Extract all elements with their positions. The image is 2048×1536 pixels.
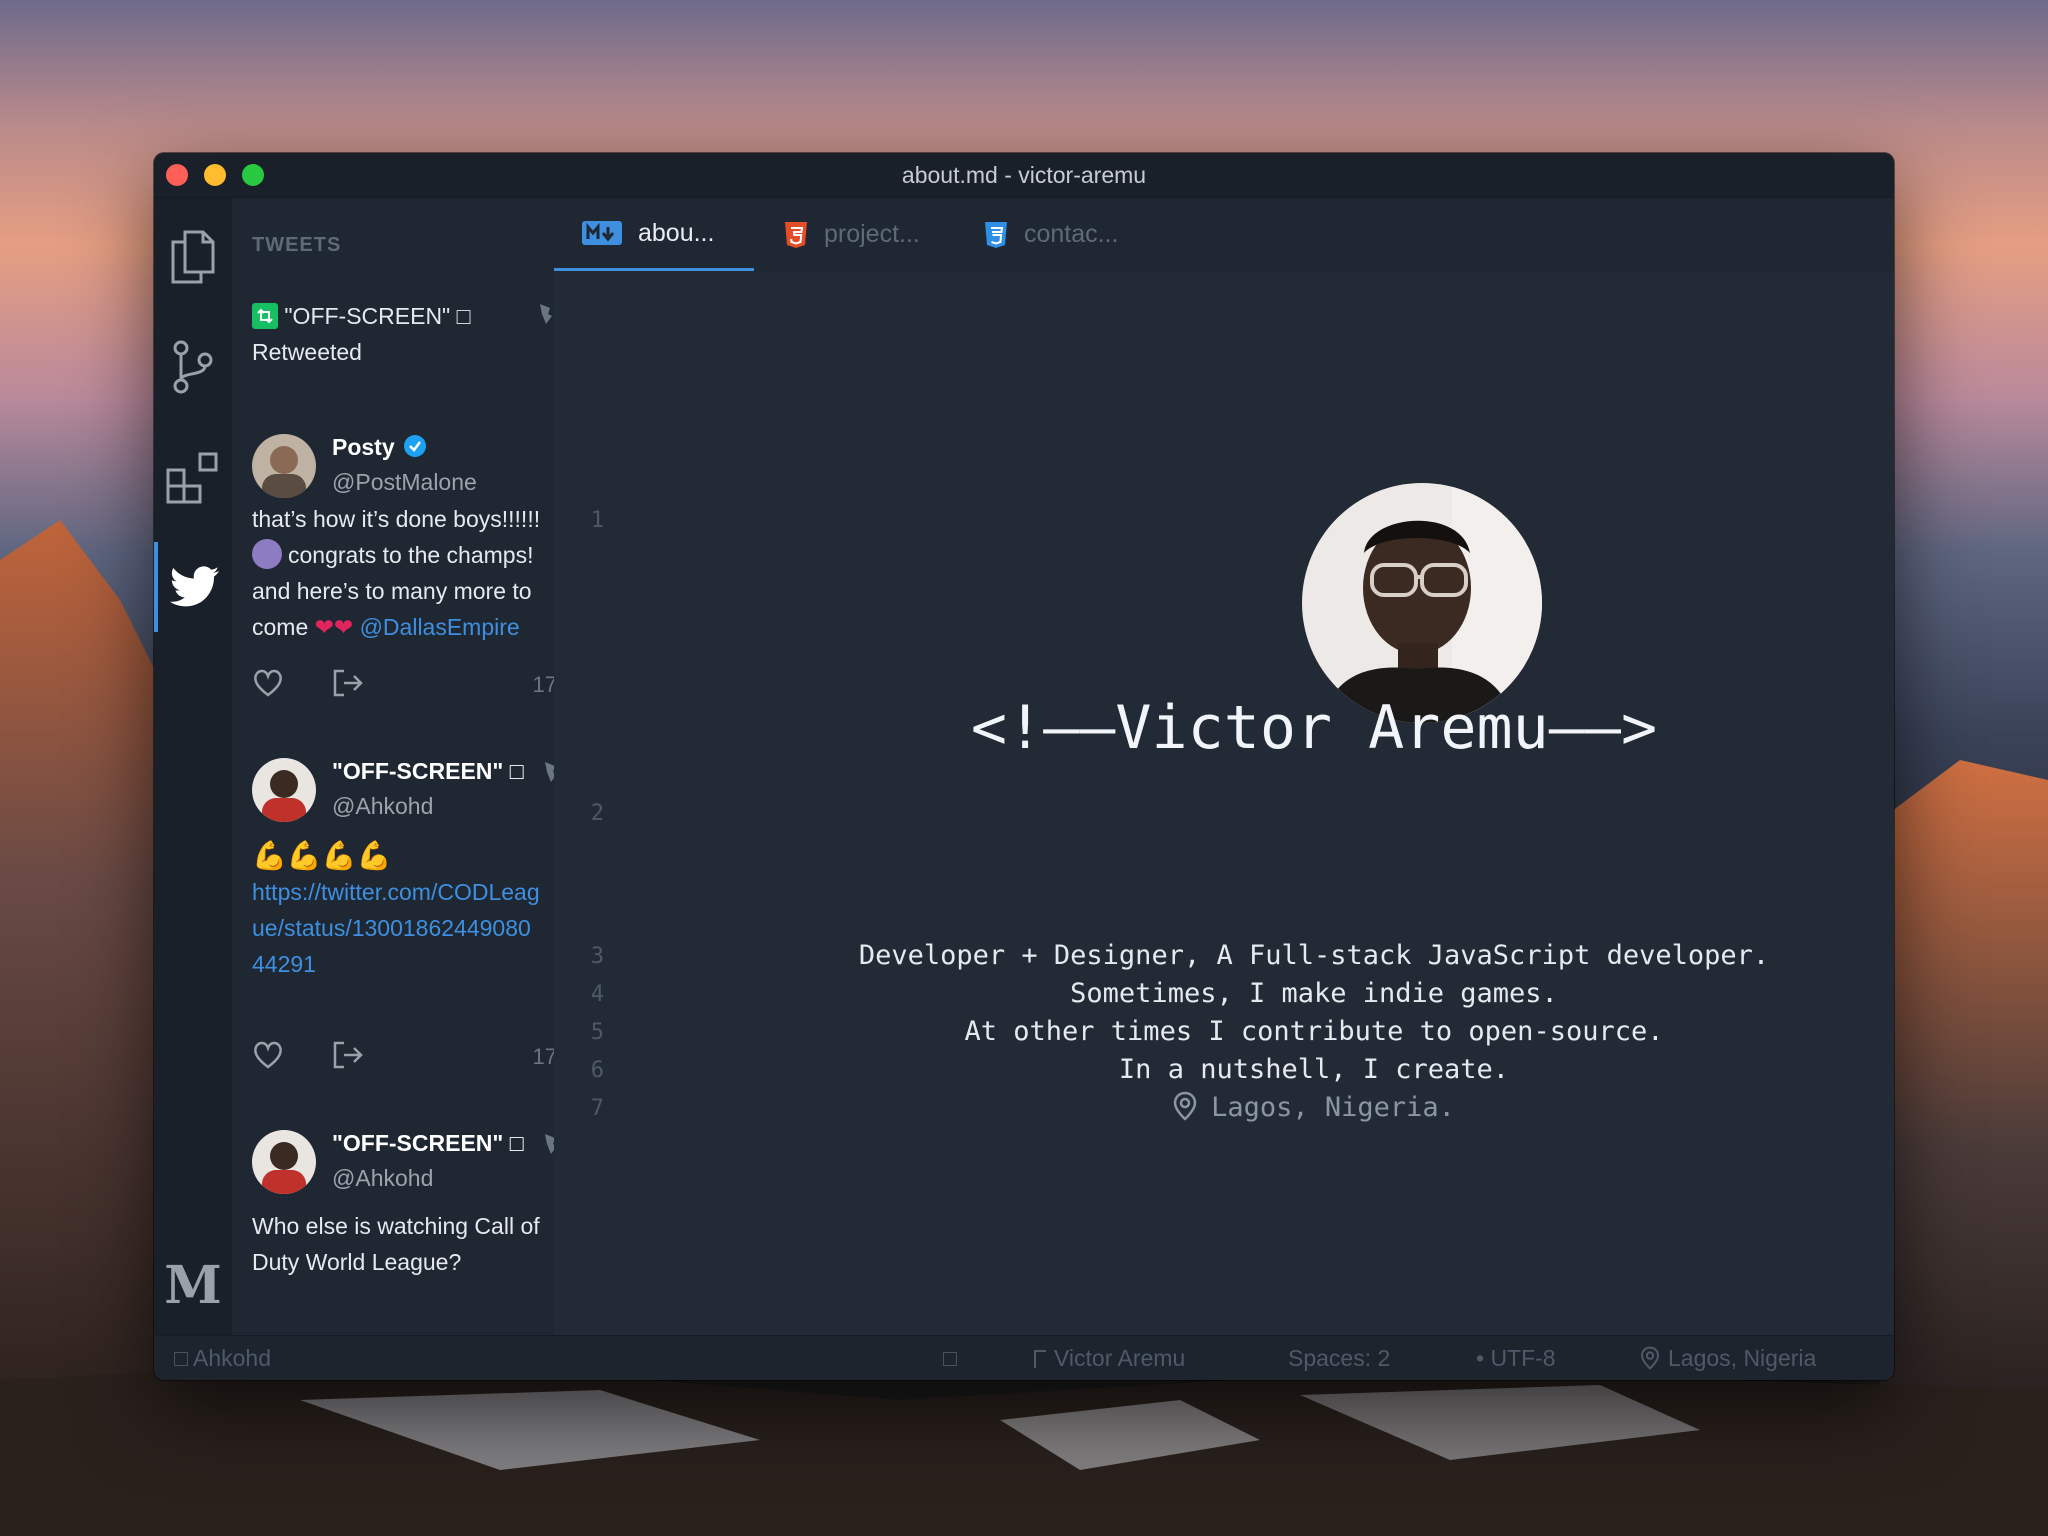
line-number: 1 bbox=[590, 508, 604, 533]
tab-label: abou... bbox=[638, 218, 715, 247]
avatar[interactable] bbox=[252, 1130, 316, 1194]
medium-icon[interactable]: M bbox=[154, 1255, 232, 1316]
tweet-actions: 17 bbox=[252, 1040, 554, 1074]
tweets-panel: TWEETS "OFF-SCREEN" □ Retweeted Posty @P… bbox=[232, 198, 554, 1336]
status-user[interactable]: □ Ahkohd bbox=[174, 1336, 271, 1380]
title-bar: about.md - victor-aremu bbox=[154, 153, 1894, 198]
tab-projects[interactable]: project... bbox=[784, 198, 920, 271]
avatar[interactable] bbox=[252, 758, 316, 822]
tweet-retweet-header: "OFF-SCREEN" □ Retweeted bbox=[252, 298, 552, 370]
hearts-emoji-icon: ❤❤ bbox=[314, 614, 354, 640]
share-icon[interactable] bbox=[332, 668, 364, 698]
source-control-button[interactable] bbox=[154, 322, 232, 412]
tweet-author-handle: @Ahkohd bbox=[332, 793, 434, 819]
status-branch[interactable]: Victor Aremu bbox=[1034, 1336, 1185, 1380]
retweeter-name: "OFF-SCREEN" □ bbox=[284, 303, 471, 329]
location-pin-icon bbox=[1173, 1091, 1197, 1121]
mention-link[interactable]: @DallasEmpire bbox=[360, 614, 520, 640]
line-number-gutter: 1 2 3 4 5 6 7 bbox=[554, 271, 629, 1336]
verified-badge-icon bbox=[403, 435, 426, 457]
line-number: 2 bbox=[590, 801, 604, 826]
location-line: Lagos, Nigeria. bbox=[734, 1089, 1894, 1127]
tab-label: contac... bbox=[1024, 220, 1119, 248]
status-location[interactable]: Lagos, Nigeria bbox=[1640, 1336, 1816, 1380]
tweet-text: that’s how it’s done boys!!!!!! congrats… bbox=[252, 506, 541, 640]
tweet-author-name: "OFF-SCREEN" □ bbox=[332, 758, 524, 784]
location-pin-icon bbox=[1640, 1346, 1660, 1370]
tweet-source-icon bbox=[545, 762, 554, 782]
explorer-button[interactable] bbox=[154, 212, 232, 302]
tweet-count: 17 bbox=[532, 672, 554, 697]
activity-bar: M bbox=[154, 198, 232, 1336]
heading-text: <!——Victor Aremu——> bbox=[970, 693, 1658, 763]
extensions-button[interactable] bbox=[154, 432, 232, 522]
window-title: about.md - victor-aremu bbox=[901, 162, 1147, 188]
profile-description: Developer + Designer, A Full-stack JavaS… bbox=[554, 937, 1894, 1127]
tweet-actions: 17 bbox=[252, 668, 554, 702]
like-icon[interactable] bbox=[252, 1040, 284, 1070]
flexed-biceps-emoji: 💪💪💪💪 bbox=[252, 840, 392, 871]
panel-header: TWEETS bbox=[252, 234, 342, 256]
css3-icon bbox=[985, 221, 1007, 248]
tweet-author-name: "OFF-SCREEN" □ bbox=[332, 1130, 524, 1156]
retweet-icon bbox=[252, 303, 278, 329]
tweet-text: 💪💪💪💪 https://twitter.com/CODLeag ue/stat… bbox=[252, 838, 554, 982]
like-icon[interactable] bbox=[252, 668, 284, 698]
tweet-author-handle: @Ahkohd bbox=[332, 1165, 434, 1191]
tweet-source-icon bbox=[545, 1134, 554, 1154]
tab-about[interactable]: abou... bbox=[554, 198, 754, 271]
tweet-source-icon bbox=[540, 304, 552, 324]
editor-area: abou... project... contac... 1 2 3 4 5 6… bbox=[554, 198, 1894, 1336]
profile-photo bbox=[1302, 483, 1542, 723]
tweet-text: Who else is watching Call of Duty World … bbox=[252, 1213, 540, 1275]
devil-emoji-icon bbox=[252, 539, 282, 569]
avatar[interactable] bbox=[252, 434, 316, 498]
twitter-button[interactable] bbox=[154, 542, 232, 632]
files-icon bbox=[171, 230, 215, 284]
status-encoding[interactable]: • UTF-8 bbox=[1476, 1336, 1556, 1380]
description-line: At other times I contribute to open-sour… bbox=[964, 1016, 1664, 1047]
share-icon[interactable] bbox=[332, 1040, 364, 1070]
branch-icon bbox=[1034, 1350, 1046, 1368]
tweet-author-handle: @PostMalone bbox=[332, 469, 477, 495]
tab-contact[interactable]: contac... bbox=[984, 198, 1119, 271]
extensions-icon bbox=[166, 452, 218, 504]
tweet-author-name: Posty bbox=[332, 434, 395, 460]
tweet-link[interactable]: https://twitter.com/CODLeag ue/status/13… bbox=[252, 874, 554, 982]
status-spaces[interactable]: Spaces: 2 bbox=[1288, 1336, 1390, 1380]
description-line: In a nutshell, I create. bbox=[1118, 1054, 1510, 1085]
description-line: Developer + Designer, A Full-stack JavaS… bbox=[858, 940, 1770, 971]
twitter-bird-icon bbox=[170, 566, 220, 607]
description-line: Sometimes, I make indie games. bbox=[1070, 978, 1558, 1009]
retweeted-label: Retweeted bbox=[252, 339, 362, 365]
status-bar: □ Ahkohd □ Victor Aremu Spaces: 2 • UTF-… bbox=[154, 1335, 1894, 1380]
tab-label: project... bbox=[824, 220, 920, 248]
editor-window: about.md - victor-aremu M TWEETS "OFF-SC… bbox=[154, 153, 1894, 1380]
tab-bar: abou... project... contac... bbox=[554, 198, 1894, 271]
tweet-count: 17 bbox=[532, 1044, 554, 1069]
markdown-icon bbox=[582, 221, 622, 245]
status-glyph: □ bbox=[943, 1345, 957, 1371]
html5-icon bbox=[785, 221, 807, 248]
profile-heading: <!——Victor Aremu——> bbox=[554, 693, 1894, 763]
source-control-icon bbox=[173, 340, 213, 394]
